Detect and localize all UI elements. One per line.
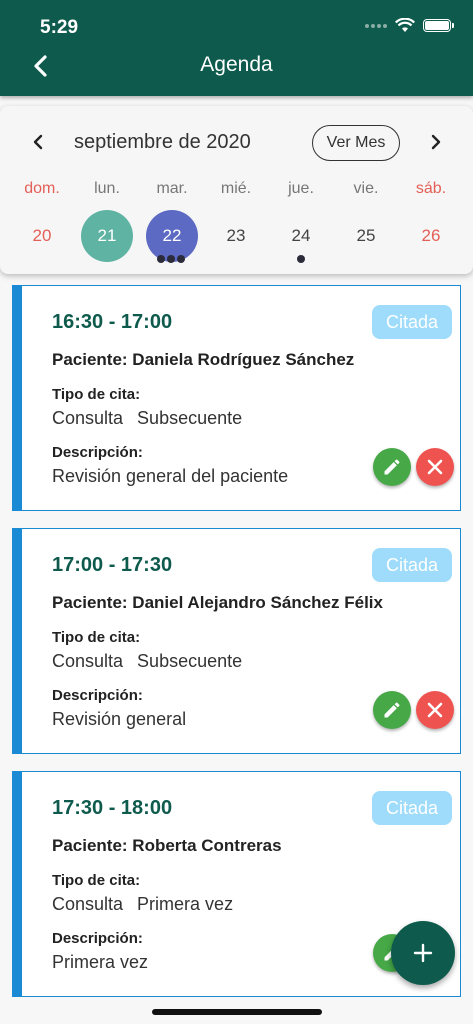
weekday-label: sáb. <box>415 180 447 197</box>
weekday-label: jue. <box>288 180 314 197</box>
appointment-time: 17:00 - 17:30 <box>52 554 173 576</box>
month-label: septiembre de 2020 <box>74 131 251 153</box>
appointment-type-value: Consulta Primera vez <box>52 894 233 915</box>
delete-button[interactable] <box>416 691 454 729</box>
previous-month-button[interactable] <box>26 130 50 154</box>
status-time: 5:29 <box>40 17 79 38</box>
appointment-type-label: Tipo de cita: <box>52 872 141 889</box>
appointment-type-category: Consulta <box>52 651 124 671</box>
patient-name: Paciente: Roberta Contreras <box>52 836 282 855</box>
weekday-label: vie. <box>353 180 379 197</box>
status-bar: 5:29 <box>0 0 473 48</box>
add-appointment-button[interactable] <box>391 921 455 985</box>
close-icon <box>427 459 443 475</box>
day-cell[interactable]: 20 <box>16 210 68 262</box>
appointment-type-label: Tipo de cita: <box>52 386 141 403</box>
pencil-icon <box>384 459 400 475</box>
day-cell-today[interactable]: 21 <box>81 210 133 262</box>
weekday-label: lun. <box>94 180 120 197</box>
page-title: Agenda <box>200 53 273 76</box>
event-dots <box>157 255 185 263</box>
edit-button[interactable] <box>373 691 411 729</box>
wifi-icon <box>395 18 415 32</box>
day-cell[interactable]: 26 <box>405 210 457 262</box>
event-dots <box>297 255 305 263</box>
week-calendar: septiembre de 2020 Ver Mes dom. lun. mar… <box>0 106 473 274</box>
patient-name: Paciente: Daniel Alejandro Sánchez Félix <box>52 593 383 612</box>
chevron-left-icon <box>33 134 43 150</box>
status-badge: Citada <box>372 548 452 582</box>
patient-name: Paciente: Daniela Rodríguez Sánchez <box>52 350 355 369</box>
battery-icon <box>423 19 454 32</box>
appointment-type-detail: Primera vez <box>137 894 234 914</box>
appointment-type-detail: Subsecuente <box>137 651 243 671</box>
appointment-type-category: Consulta <box>52 408 124 428</box>
plus-icon <box>413 943 433 963</box>
appointment-time: 16:30 - 17:00 <box>52 311 173 333</box>
weekday-label: dom. <box>24 180 60 197</box>
status-icons <box>365 18 454 33</box>
chevron-right-icon <box>431 134 441 150</box>
weekday-label: mié. <box>220 180 252 197</box>
day-cell[interactable]: 25 <box>340 210 392 262</box>
appointment-card[interactable]: 16:30 - 17:00 Citada Paciente: Daniela R… <box>12 285 461 511</box>
edit-button[interactable] <box>373 448 411 486</box>
description-value: Revisión general <box>52 709 187 729</box>
signal-icon <box>365 23 387 28</box>
weekday-row: dom. lun. mar. mié. jue. vie. sáb. <box>0 180 473 202</box>
appointment-type-value: Consulta Subsecuente <box>52 408 242 429</box>
app-header: 5:29 Agenda <box>0 0 473 96</box>
appointment-type-detail: Subsecuente <box>137 408 243 428</box>
status-badge: Citada <box>372 305 452 339</box>
appointment-type-value: Consulta Subsecuente <box>52 651 242 672</box>
description-value: Primera vez <box>52 952 149 972</box>
description-label: Descripción: <box>52 444 143 461</box>
appointment-card[interactable]: 17:00 - 17:30 Citada Paciente: Daniel Al… <box>12 528 461 754</box>
appointment-type-category: Consulta <box>52 894 124 914</box>
next-month-button[interactable] <box>424 130 448 154</box>
description-label: Descripción: <box>52 687 143 704</box>
delete-button[interactable] <box>416 448 454 486</box>
description-value: Revisión general del paciente <box>52 466 289 486</box>
appointment-type-label: Tipo de cita: <box>52 629 141 646</box>
view-month-button[interactable]: Ver Mes <box>312 125 400 161</box>
day-row: 20 21 22 23 24 25 26 <box>0 210 473 264</box>
weekday-label: mar. <box>156 180 188 197</box>
close-icon <box>427 702 443 718</box>
home-indicator[interactable] <box>152 1009 322 1015</box>
status-badge: Citada <box>372 791 452 825</box>
pencil-icon <box>384 702 400 718</box>
day-cell[interactable]: 23 <box>210 210 262 262</box>
appointment-time: 17:30 - 18:00 <box>52 797 173 819</box>
description-label: Descripción: <box>52 930 143 947</box>
